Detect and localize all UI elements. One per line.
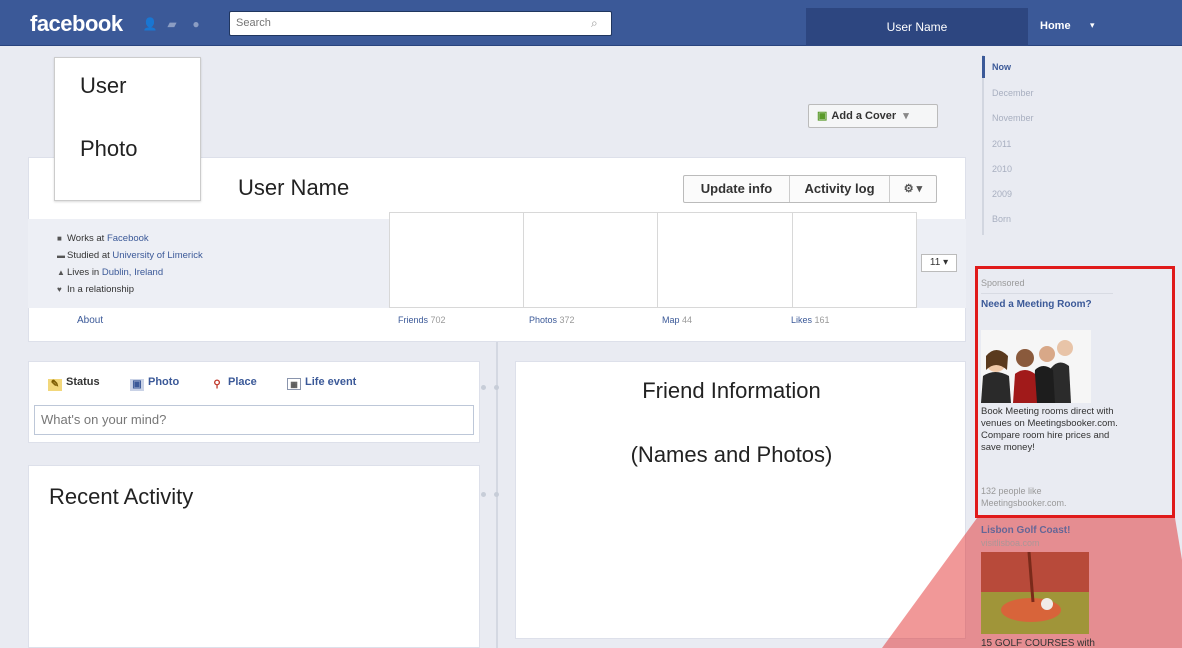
education-link[interactable]: University of Limerick xyxy=(112,250,202,261)
profile-name[interactable]: User Name xyxy=(238,175,349,201)
info-education: ▬ Studied at University of Limerick xyxy=(57,247,203,264)
search-box[interactable]: ⌕ xyxy=(229,11,612,36)
pencil-icon: ✎ xyxy=(48,379,62,391)
work-link[interactable]: Facebook xyxy=(107,233,149,244)
status-input[interactable]: What's on your mind? xyxy=(34,405,474,435)
add-cover-label: Add a Cover xyxy=(831,110,897,122)
date-active-marker xyxy=(982,56,985,78)
calendar-icon: ▦ xyxy=(287,378,301,390)
profile-photo[interactable]: User Photo xyxy=(54,57,201,201)
timeline-connector xyxy=(494,385,499,390)
profile-tiles xyxy=(389,212,917,308)
chevron-down-icon[interactable]: ▾ xyxy=(1090,20,1095,31)
update-info-button[interactable]: Update info xyxy=(684,176,790,202)
date-2009[interactable]: 2009 xyxy=(992,189,1012,199)
sponsored-highlight-frame xyxy=(975,266,1175,518)
date-december[interactable]: December xyxy=(992,88,1034,98)
camera-icon: ▣ xyxy=(130,379,144,391)
search-icon[interactable]: ⌕ xyxy=(591,16,605,30)
date-2010[interactable]: 2010 xyxy=(992,164,1012,174)
more-tiles-button[interactable]: 11 ▾ xyxy=(921,254,957,272)
tile-map[interactable]: Map 44 xyxy=(662,315,692,325)
tile-photos[interactable]: Photos 372 xyxy=(529,315,575,325)
ad2-text[interactable]: 15 GOLF COURSES with xyxy=(981,638,1095,648)
profile-info-list: ■ Works at Facebook ▬ Studied at Universit… xyxy=(57,230,203,298)
map-pin-icon: ⚲ xyxy=(213,379,221,390)
timeline-connector xyxy=(494,492,499,497)
info-location: ▲ Lives in Dublin, Ireland xyxy=(57,264,203,281)
messages-icon[interactable]: ▰ xyxy=(164,17,180,31)
date-november[interactable]: November xyxy=(992,113,1034,123)
tile-divider xyxy=(657,212,658,308)
friend-requests-icon[interactable]: 👤 xyxy=(142,17,158,31)
facebook-logo[interactable]: facebook xyxy=(30,11,123,37)
date-2011[interactable]: 2011 xyxy=(992,139,1011,149)
timeline-connector xyxy=(481,385,486,390)
friend-information-subtitle: (Names and Photos) xyxy=(630,442,833,467)
about-link[interactable]: About xyxy=(77,315,103,326)
info-relationship: ♥ In a relationship xyxy=(57,281,203,298)
profile-photo-label-line2: Photo xyxy=(80,136,138,161)
profile-photo-label-line1: User xyxy=(80,73,127,98)
heart-icon: ♥ xyxy=(57,285,62,294)
notifications-globe-icon[interactable]: ● xyxy=(188,17,204,31)
tile-friends[interactable]: Friends 702 xyxy=(398,315,446,325)
home-link[interactable]: Home xyxy=(1040,20,1071,32)
date-born[interactable]: Born xyxy=(992,214,1011,224)
ad2-domain[interactable]: visitlisboa.com xyxy=(981,538,1040,548)
tile-divider xyxy=(523,212,524,308)
date-now[interactable]: Now xyxy=(992,62,1011,72)
search-input[interactable] xyxy=(230,12,570,34)
ad2-title[interactable]: Lisbon Golf Coast! xyxy=(981,525,1070,536)
profile-action-buttons: Update info Activity log ⚙ ▾ xyxy=(683,175,937,203)
user-name-link[interactable]: User Name xyxy=(806,8,1028,46)
tile-divider xyxy=(792,212,793,308)
briefcase-icon: ■ xyxy=(57,234,62,243)
chevron-down-icon: ▾ xyxy=(903,110,909,122)
add-cover-button[interactable]: ▣ Add a Cover ▾ xyxy=(808,104,938,128)
home-icon: ▲ xyxy=(57,268,65,277)
activity-log-button[interactable]: Activity log xyxy=(790,176,890,202)
friend-information-title: Friend Information xyxy=(642,378,821,403)
photo-icon: ▣ xyxy=(817,110,828,122)
tab-place[interactable]: ⚲ Place xyxy=(210,376,256,391)
ad2-golf-image[interactable] xyxy=(981,552,1089,634)
tab-status[interactable]: ✎ Status xyxy=(48,376,100,391)
tab-life-event[interactable]: ▦ Life event xyxy=(287,376,356,390)
info-work: ■ Works at Facebook xyxy=(57,230,203,247)
timeline-date-bar xyxy=(982,55,984,235)
settings-gear-button[interactable]: ⚙ ▾ xyxy=(890,176,936,202)
tab-photo[interactable]: ▣ Photo xyxy=(130,376,179,391)
timeline-connector xyxy=(481,492,486,497)
recent-activity-title: Recent Activity xyxy=(49,484,194,509)
tile-likes[interactable]: Likes 161 xyxy=(791,315,830,325)
graduation-cap-icon: ▬ xyxy=(57,251,65,260)
location-link[interactable]: Dublin, Ireland xyxy=(102,267,163,278)
